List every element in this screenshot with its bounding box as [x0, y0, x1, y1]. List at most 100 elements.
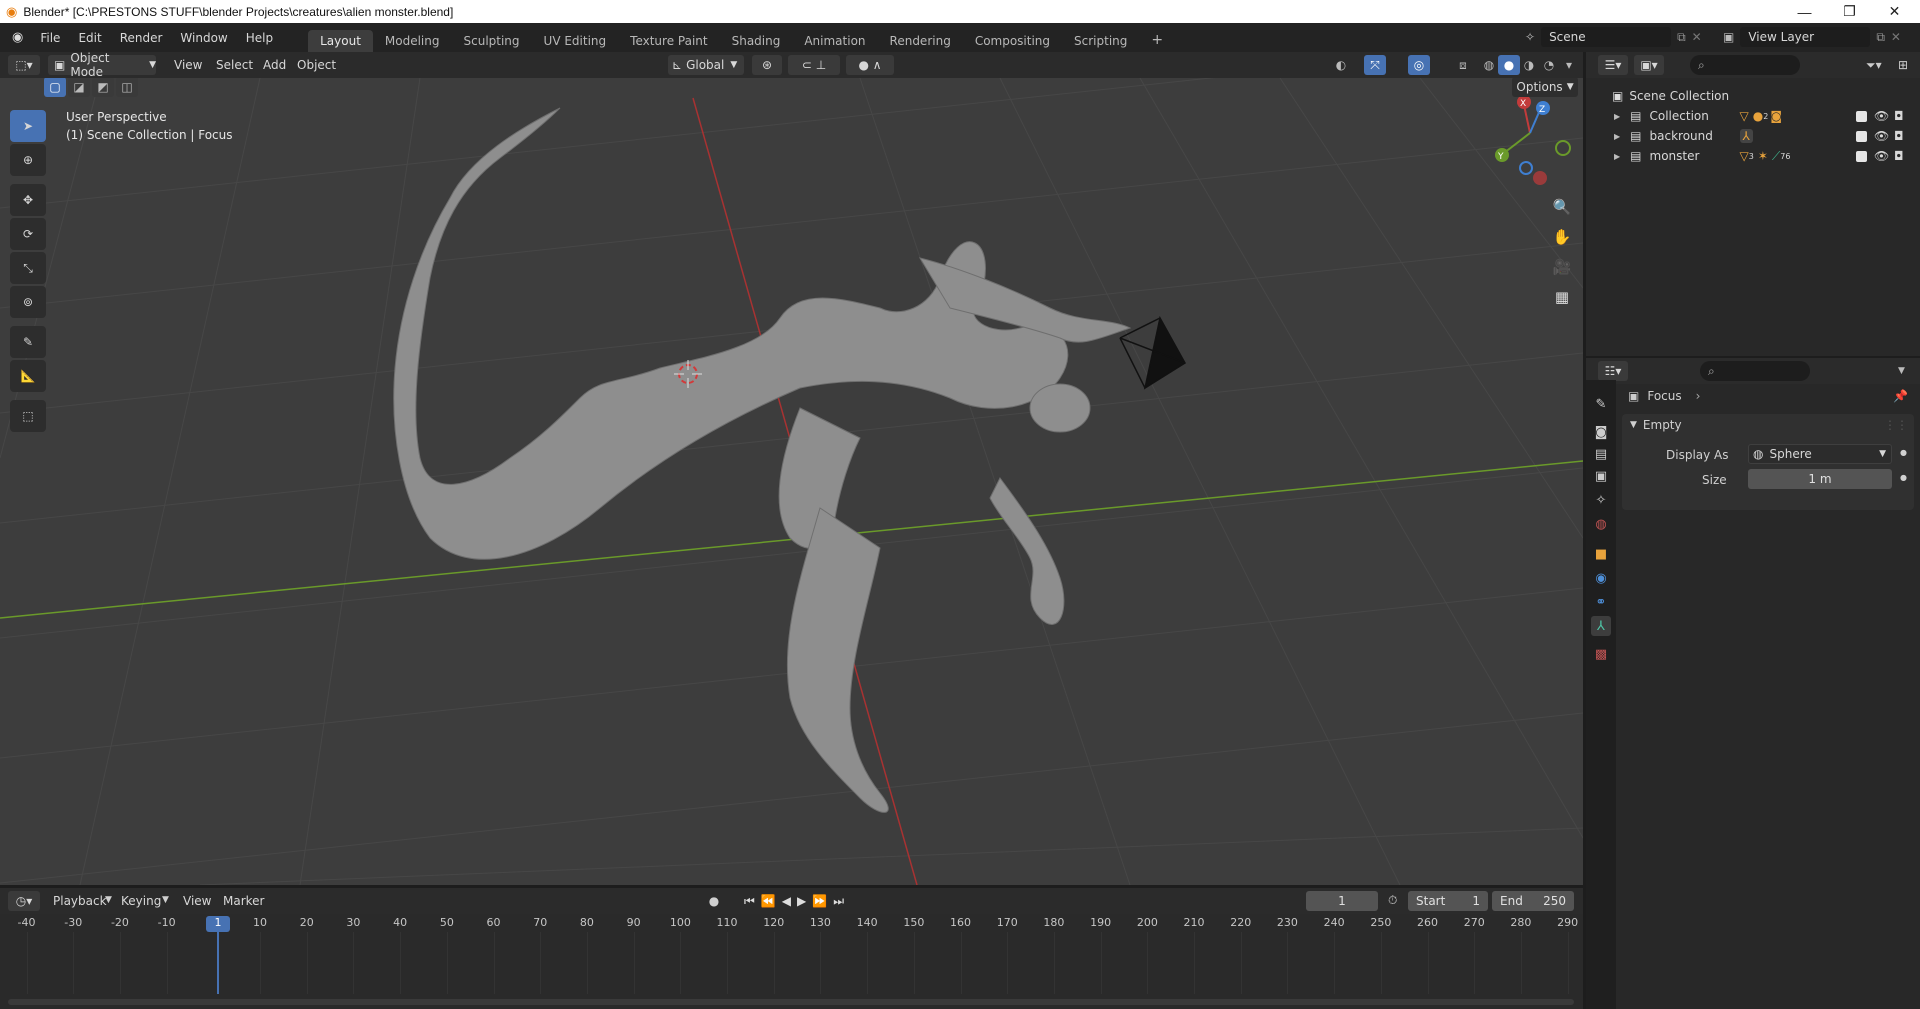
outliner-item-monster[interactable]: ▶ ▤ monster ▽ 3 ✶ ⟋ 76 👁 ◘: [1586, 146, 1920, 166]
restore-icon[interactable]: ❐: [1827, 0, 1872, 23]
render-camera-icon[interactable]: ◘: [1894, 129, 1904, 143]
perspective-grid-icon[interactable]: ▦: [1548, 284, 1576, 310]
expand-arrow-icon[interactable]: ▶: [1614, 132, 1620, 141]
tab-compositing[interactable]: Compositing: [963, 30, 1062, 52]
exclude-checkbox[interactable]: [1856, 110, 1867, 122]
blender-menu-icon[interactable]: ◉: [0, 30, 31, 45]
display-mode-icon[interactable]: ▣▾: [1634, 55, 1664, 75]
select-box-tool[interactable]: ➤: [10, 110, 46, 142]
select-invert-icon[interactable]: ◫: [116, 78, 138, 97]
tab-sculpting[interactable]: Sculpting: [452, 30, 532, 52]
empty-panel-header[interactable]: ▼ Empty: [1630, 418, 1682, 432]
scene-tab-icon[interactable]: ✧: [1591, 490, 1611, 510]
filter-icon[interactable]: ⏷▾: [1866, 55, 1896, 75]
visibility-toggle-icon[interactable]: ◐: [1330, 55, 1352, 75]
menu-render[interactable]: Render: [111, 31, 172, 45]
view-layer-selector[interactable]: ▣ View Layer ⧉ ✕: [1723, 27, 1918, 47]
object-tab-icon[interactable]: ■: [1591, 544, 1611, 564]
display-as-dropdown[interactable]: ◍ Sphere ▼: [1748, 444, 1892, 464]
tab-modeling[interactable]: Modeling: [373, 30, 452, 52]
add-cube-tool[interactable]: ⬚: [10, 400, 46, 432]
tool-tab-icon[interactable]: ✎: [1591, 394, 1611, 414]
scene-selector[interactable]: ✧ Scene ⧉ ✕: [1525, 27, 1705, 47]
tab-uv-editing[interactable]: UV Editing: [532, 30, 619, 52]
close-icon[interactable]: ✕: [1872, 0, 1917, 23]
expand-arrow-icon[interactable]: ▶: [1614, 152, 1620, 161]
select-new-icon[interactable]: ▢: [44, 78, 66, 97]
properties-search-input[interactable]: ⌕: [1700, 361, 1810, 381]
drag-handle-icon[interactable]: ⋮⋮: [1884, 418, 1908, 432]
mode-dropdown[interactable]: ▣ Object Mode ▼: [48, 51, 156, 79]
eye-icon[interactable]: 👁: [1874, 109, 1889, 123]
tab-scripting[interactable]: Scripting: [1062, 30, 1139, 52]
copy-scene-icon[interactable]: ⧉: [1677, 30, 1686, 45]
editor-type-button[interactable]: ⬚▾: [8, 55, 40, 75]
timeline-scrollbar[interactable]: [8, 999, 1574, 1005]
tab-texture-paint[interactable]: Texture Paint: [618, 30, 719, 52]
copy-view-layer-icon[interactable]: ⧉: [1876, 30, 1885, 45]
animate-dot-icon[interactable]: ●: [1900, 448, 1907, 457]
zoom-icon[interactable]: 🔍: [1548, 194, 1576, 220]
xray-toggle-icon[interactable]: ⧈: [1452, 55, 1474, 75]
texture-tab-icon[interactable]: ▩: [1591, 644, 1611, 664]
viewport-menu-object[interactable]: Object: [288, 58, 345, 72]
shading-options-icon[interactable]: ▾: [1558, 55, 1580, 75]
transform-tool[interactable]: ⊚: [10, 286, 46, 318]
annotate-tool[interactable]: ✎: [10, 326, 46, 358]
tab-layout[interactable]: Layout: [308, 30, 373, 52]
menu-window[interactable]: Window: [171, 31, 236, 45]
solid-shading-icon[interactable]: ●: [1498, 55, 1520, 75]
rendered-shading-icon[interactable]: ◔: [1538, 55, 1560, 75]
options-button[interactable]: Options ▼: [1512, 78, 1578, 97]
wireframe-shading-icon[interactable]: ◍: [1478, 55, 1500, 75]
output-tab-icon[interactable]: ▤: [1591, 444, 1611, 464]
tab-rendering[interactable]: Rendering: [878, 30, 963, 52]
render-tab-icon[interactable]: ◙: [1591, 422, 1611, 442]
exclude-checkbox[interactable]: [1856, 130, 1867, 142]
render-camera-icon[interactable]: ◘: [1894, 149, 1904, 163]
constraints-tab-icon[interactable]: ⚭: [1591, 592, 1611, 612]
material-shading-icon[interactable]: ◑: [1518, 55, 1540, 75]
3d-viewport[interactable]: X Z Y ▢ ◪ ◩ ◫ ➤ ⊕ ✥ ⟳ ⤡ ⊚ ✎ 📐 ⬚ User Per…: [0, 78, 1583, 885]
delete-view-layer-icon[interactable]: ✕: [1891, 30, 1901, 44]
add-workspace-icon[interactable]: +: [1139, 28, 1175, 52]
menu-help[interactable]: Help: [237, 31, 282, 45]
eye-icon[interactable]: 👁: [1874, 129, 1889, 143]
view-layer-tab-icon[interactable]: ▣: [1591, 466, 1611, 486]
outliner-item-collection[interactable]: ▶ ▤ Collection ▽ ● 2 ◙ 👁 ◘: [1586, 106, 1920, 126]
alien-monster-mesh[interactable]: [393, 107, 1132, 813]
expand-arrow-icon[interactable]: ▶: [1614, 112, 1620, 121]
tab-animation[interactable]: Animation: [792, 30, 877, 52]
size-field[interactable]: 1 m: [1748, 469, 1892, 489]
timeline-scrubber[interactable]: -40 -30 -20 -10 1 10 20 30 40 50 60 70 80 90 100 110 120…: [0, 888, 1583, 1009]
pivot-point-button[interactable]: ⊛: [752, 55, 782, 75]
pan-hand-icon[interactable]: ✋: [1548, 224, 1576, 250]
render-camera-icon[interactable]: ◘: [1894, 109, 1904, 123]
outliner-item-backround[interactable]: ▶ ▤ backround ⅄ 👁 ◘: [1586, 126, 1920, 146]
scale-tool[interactable]: ⤡: [10, 252, 46, 284]
gizmo-toggle-icon[interactable]: ⤧: [1364, 55, 1386, 75]
rotate-tool[interactable]: ⟳: [10, 218, 46, 250]
outliner-editor-type-icon[interactable]: ☰▾: [1598, 55, 1628, 75]
pin-icon[interactable]: 📌: [1893, 389, 1908, 403]
delete-scene-icon[interactable]: ✕: [1692, 30, 1702, 44]
properties-editor-type-icon[interactable]: ☷▾: [1598, 361, 1628, 381]
navigation-gizmo[interactable]: X Z Y: [1495, 95, 1571, 185]
minimize-icon[interactable]: —: [1782, 0, 1827, 23]
proportional-edit-button[interactable]: ● ∧: [846, 55, 894, 75]
viewport-menu-view[interactable]: View: [165, 58, 211, 72]
measure-tool[interactable]: 📐: [10, 360, 46, 392]
scene-name-field[interactable]: Scene: [1541, 27, 1672, 47]
select-subtract-icon[interactable]: ◩: [92, 78, 114, 97]
move-tool[interactable]: ✥: [10, 184, 46, 216]
cursor-tool[interactable]: ⊕: [10, 144, 46, 176]
animate-dot-icon[interactable]: ●: [1900, 473, 1907, 482]
physics-tab-icon[interactable]: ◉: [1591, 568, 1611, 588]
outliner-root[interactable]: ▣ Scene Collection: [1586, 86, 1920, 106]
overlay-toggle-icon[interactable]: ◎: [1408, 55, 1430, 75]
new-collection-icon[interactable]: ⊞: [1898, 55, 1918, 75]
tab-shading[interactable]: Shading: [720, 30, 793, 52]
menu-file[interactable]: File: [31, 31, 69, 45]
menu-edit[interactable]: Edit: [69, 31, 110, 45]
properties-options-icon[interactable]: ▼: [1898, 361, 1914, 381]
